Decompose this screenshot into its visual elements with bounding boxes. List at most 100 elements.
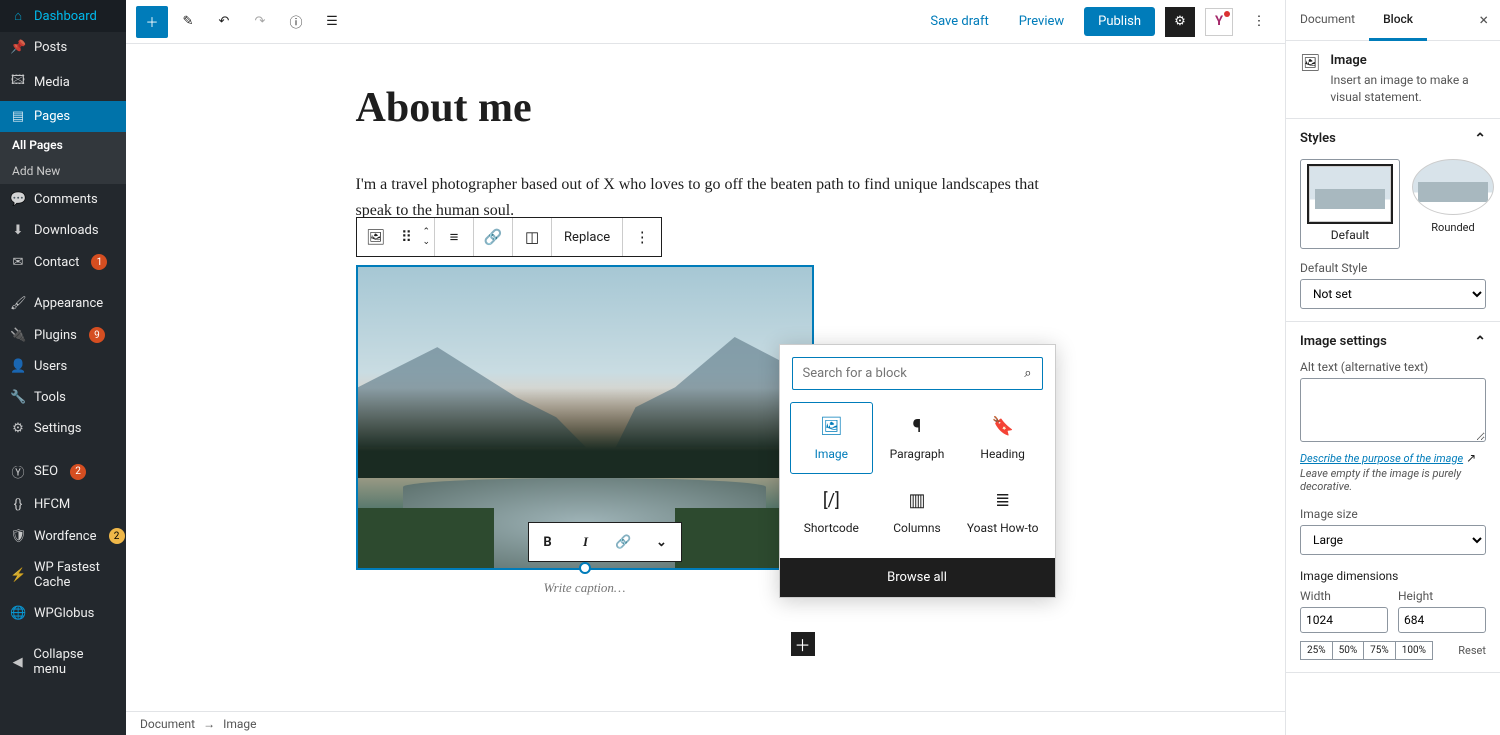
browse-all-button[interactable]: Browse all (780, 558, 1055, 597)
breadcrumb-footer: Document → Image (126, 711, 1285, 735)
collapse-menu[interactable]: ◀Collapse menu (0, 639, 126, 685)
italic-button[interactable]: I (567, 523, 605, 561)
nav-pages[interactable]: ▤Pages (0, 101, 126, 132)
replace-button[interactable]: Replace (552, 218, 622, 256)
nav-contact[interactable]: ✉Contact1 (0, 246, 126, 278)
link-button[interactable]: 🔗 (474, 218, 512, 256)
block-type-desc: Insert an image to make a visual stateme… (1330, 72, 1486, 106)
save-draft-button[interactable]: Save draft (920, 8, 998, 35)
outline-button[interactable]: ☰ (316, 6, 348, 38)
default-style-select[interactable]: Not set (1300, 279, 1486, 309)
close-settings-button[interactable]: × (1467, 0, 1500, 40)
nav-users[interactable]: 👤Users (0, 351, 126, 382)
tab-block[interactable]: Block (1369, 0, 1427, 41)
edit-mode-button[interactable]: ✎ (172, 6, 204, 38)
nav-tools[interactable]: 🔧Tools (0, 382, 126, 413)
nav-plugins[interactable]: 🔌Plugins9 (0, 319, 126, 351)
nav-seo[interactable]: ⓎSEO2 (0, 454, 126, 489)
image-settings-header[interactable]: Image settings (1300, 334, 1486, 350)
styles-panel: Styles Default Rounded Default Style Not… (1286, 119, 1500, 322)
style-rounded[interactable]: Rounded (1412, 159, 1494, 249)
image-size-select[interactable]: Large (1300, 525, 1486, 555)
nav-media[interactable]: 🖾 Media (0, 63, 126, 101)
nav-dashboard[interactable]: ⌂Dashboard (0, 0, 126, 32)
nav-posts[interactable]: 📌Posts (0, 32, 126, 63)
yoast-button[interactable]: Y (1205, 8, 1233, 36)
nav-wpglobus[interactable]: 🌐WPGlobus (0, 598, 126, 629)
inserter-block-image[interactable]: 🖼Image (790, 402, 874, 474)
image-caption[interactable]: Write caption… (356, 574, 814, 602)
settings-gear-button[interactable]: ⚙ (1165, 7, 1195, 37)
publish-button[interactable]: Publish (1084, 7, 1155, 36)
search-input[interactable] (803, 366, 1025, 381)
block-toolbar: 🖼 ⠿ ⌃ ⌄ ≡ 🔗 ◫ Replace ⋮ (356, 217, 663, 257)
image-settings-panel: Image settings Alt text (alternative tex… (1286, 322, 1500, 673)
subnav-all-pages[interactable]: All Pages (0, 132, 126, 158)
nav-wordfence[interactable]: 🛡Wordfence2 (0, 520, 126, 552)
sidebar-label: WP Fastest Cache (34, 560, 116, 590)
redo-button[interactable]: ↷ (244, 6, 276, 38)
page-title[interactable]: About me (356, 84, 1056, 132)
reset-dimensions[interactable]: Reset (1458, 644, 1486, 657)
sidebar-label: Media (34, 75, 70, 90)
move-up-button[interactable]: ⌃ (423, 227, 431, 237)
width-input[interactable] (1300, 607, 1388, 633)
move-down-button[interactable]: ⌄ (423, 237, 431, 247)
add-block-after[interactable]: ＋ (791, 632, 815, 656)
subnav-add-new[interactable]: Add New (0, 158, 126, 184)
alt-help-link[interactable]: Describe the purpose of the image (1300, 452, 1463, 465)
drag-handle[interactable]: ⠿ (395, 218, 419, 256)
tab-document[interactable]: Document (1286, 0, 1369, 40)
nav-appearance[interactable]: 🖌Appearance (0, 288, 126, 319)
cache-icon: ⚡ (10, 568, 26, 583)
nav-downloads[interactable]: ⬇Downloads (0, 215, 126, 246)
nav-hfcm[interactable]: {}HFCM (0, 489, 126, 520)
inserter-block-heading[interactable]: 🔖Heading (961, 402, 1045, 474)
chevron-up-icon (1474, 334, 1486, 350)
crop-button[interactable]: ◫ (513, 218, 551, 256)
pct-75[interactable]: 75% (1363, 641, 1396, 660)
editor-canvas[interactable]: About me I'm a travel photographer based… (126, 44, 1285, 735)
add-block-button[interactable]: ＋ (136, 6, 168, 38)
caption-link-button[interactable]: 🔗 (605, 523, 643, 561)
image-block[interactable]: B I 🔗 ⌄ (356, 265, 814, 570)
inserter-block-shortcode[interactable]: [/]Shortcode (790, 476, 874, 548)
comment-icon: 💬 (10, 192, 26, 207)
preview-button[interactable]: Preview (1009, 8, 1074, 35)
inserter-block-yoast[interactable]: ≣Yoast How-to (961, 476, 1045, 548)
bold-button[interactable]: B (529, 523, 567, 561)
sidebar-label: HFCM (34, 497, 70, 512)
caption-more-button[interactable]: ⌄ (643, 523, 681, 561)
badge: 2 (70, 464, 86, 480)
breadcrumb-document[interactable]: Document (140, 717, 195, 731)
shortcode-icon: [/] (823, 490, 840, 511)
pct-25[interactable]: 25% (1300, 641, 1333, 660)
align-button[interactable]: ≡ (435, 218, 473, 256)
pct-50[interactable]: 50% (1332, 641, 1365, 660)
more-options-button[interactable]: ⋮ (1243, 6, 1275, 38)
block-type-button[interactable]: 🖼 (357, 218, 395, 256)
block-more-button[interactable]: ⋮ (623, 218, 661, 256)
styles-header[interactable]: Styles (1300, 131, 1486, 147)
download-icon: ⬇ (10, 223, 26, 238)
inserter-block-columns[interactable]: ▥Columns (875, 476, 959, 548)
undo-button[interactable]: ↶ (208, 6, 240, 38)
resize-handle[interactable] (579, 562, 591, 574)
inserter-block-paragraph[interactable]: ¶Paragraph (875, 402, 959, 474)
pct-100[interactable]: 100% (1395, 641, 1433, 660)
style-default[interactable]: Default (1300, 159, 1400, 249)
nav-comments[interactable]: 💬Comments (0, 184, 126, 215)
nav-settings[interactable]: ⚙Settings (0, 413, 126, 444)
block-description-panel: 🖼 Image Insert an image to make a visual… (1286, 41, 1500, 119)
height-input[interactable] (1398, 607, 1486, 633)
alt-text-input[interactable] (1300, 378, 1486, 442)
nav-wpfc[interactable]: ⚡ WP Fastest Cache (0, 552, 126, 598)
info-button[interactable]: ⓘ (280, 6, 312, 38)
default-style-label: Default Style (1300, 261, 1486, 275)
image-size-label: Image size (1300, 507, 1486, 521)
inserter-search[interactable]: ⌕ (792, 357, 1043, 390)
media-icon: 🖾 (10, 71, 26, 93)
home-icon: ⌂ (10, 8, 26, 24)
breadcrumb-block[interactable]: Image (223, 717, 256, 731)
intro-paragraph[interactable]: I'm a travel photographer based out of X… (356, 172, 1056, 223)
